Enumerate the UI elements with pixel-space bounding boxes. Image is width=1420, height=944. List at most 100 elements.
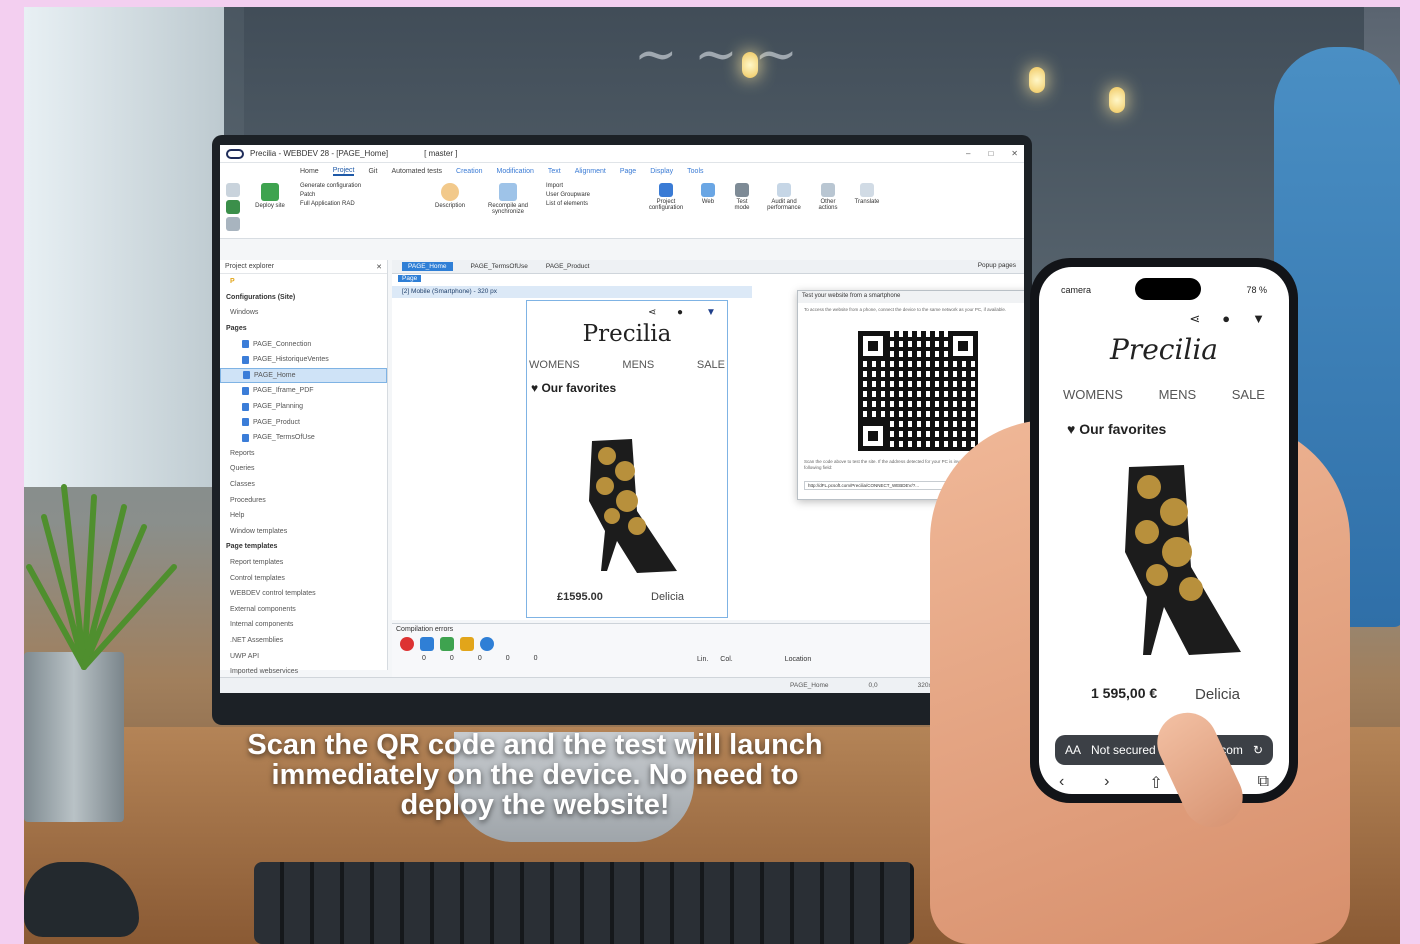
description-button[interactable]: Description: [430, 183, 470, 234]
warning-icon[interactable]: [460, 637, 474, 651]
explorer-pages-section[interactable]: Pages: [220, 321, 387, 337]
close-icon[interactable]: ✕: [1011, 149, 1018, 158]
maximize-icon[interactable]: □: [988, 149, 993, 158]
explorer-template-item[interactable]: Control templates: [220, 570, 387, 586]
menu-tab-creation[interactable]: Creation: [456, 168, 482, 175]
project-configuration-label: Project configuration: [648, 199, 684, 211]
menu-tab-display[interactable]: Display: [650, 168, 673, 175]
open-icon[interactable]: [226, 200, 240, 214]
explorer-section-item[interactable]: Classes: [220, 477, 387, 493]
menu-tab-page[interactable]: Page: [620, 168, 636, 175]
phone-nav-item[interactable]: MENS: [1159, 387, 1197, 402]
patch-button[interactable]: Patch: [300, 192, 420, 198]
explorer-template-item[interactable]: WEBDEV control templates: [220, 586, 387, 602]
configuration-icon: [659, 183, 673, 197]
menu-tab-automated-tests[interactable]: Automated tests: [391, 168, 442, 175]
menu-tab-modification[interactable]: Modification: [497, 168, 534, 175]
cart-icon[interactable]: ▼: [1252, 311, 1265, 327]
col-label: Col.: [720, 656, 733, 663]
explorer-windows[interactable]: Windows: [220, 305, 387, 321]
phone-nav-item[interactable]: WOMENS: [1063, 387, 1123, 402]
menu-tab-project[interactable]: Project: [332, 167, 355, 176]
forward-icon[interactable]: ›: [1104, 773, 1109, 793]
project-configuration-button[interactable]: Project configuration: [646, 183, 686, 234]
audit-icon: [777, 183, 791, 197]
product-image: [589, 439, 677, 573]
test-mode-button[interactable]: Test mode: [730, 183, 754, 234]
filter-icon[interactable]: [420, 637, 434, 651]
explorer-page-templates[interactable]: Page templates: [220, 539, 387, 555]
ribbon-quick-icons: [226, 183, 240, 234]
share-icon[interactable]: ⋖: [1189, 311, 1200, 327]
explorer-page-item[interactable]: PAGE_HistoriqueVentes: [220, 352, 387, 368]
menu-tab-git[interactable]: Git: [368, 168, 377, 175]
full-application-rad-button[interactable]: Full Application RAD: [300, 201, 420, 207]
user-icon[interactable]: ●: [1222, 311, 1230, 327]
explorer-template-item[interactable]: Report templates: [220, 555, 387, 571]
back-icon[interactable]: ‹: [1059, 773, 1064, 793]
test-mode-icon: [735, 183, 749, 197]
audit-button[interactable]: Audit and performance: [764, 183, 804, 234]
menu-tab-text[interactable]: Text: [548, 168, 561, 175]
editor-tab[interactable]: PAGE_Home: [402, 262, 453, 271]
close-icon[interactable]: ✕: [376, 263, 382, 271]
deploy-site-label: Deploy site: [255, 203, 285, 209]
explorer-template-item[interactable]: External components: [220, 601, 387, 617]
qr-code[interactable]: [858, 331, 978, 451]
error-icon[interactable]: [400, 637, 414, 651]
list-of-elements-button[interactable]: List of elements: [546, 201, 636, 207]
deploy-site-button[interactable]: Deploy site: [250, 183, 290, 234]
site-nav-item[interactable]: MENS: [622, 359, 654, 371]
tabs-icon[interactable]: ⧉: [1258, 773, 1269, 793]
generate-configuration-button[interactable]: Generate configuration: [300, 183, 420, 189]
share-icon[interactable]: ⋖: [648, 307, 659, 318]
menu-tab-home[interactable]: Home: [300, 168, 319, 175]
explorer-page-item[interactable]: PAGE_Planning: [220, 399, 387, 415]
explorer-template-item[interactable]: UWP API: [220, 648, 387, 664]
explorer-template-item[interactable]: Internal components: [220, 617, 387, 633]
filter-icon[interactable]: [440, 637, 454, 651]
explorer-template-list: Report templates Control templates WEBDEV …: [220, 555, 387, 680]
recompile-button[interactable]: Recompile and synchronize: [480, 183, 536, 234]
explorer-template-item[interactable]: .NET Assemblies: [220, 633, 387, 649]
web-button[interactable]: Web: [696, 183, 720, 234]
explorer-section-item[interactable]: Queries: [220, 461, 387, 477]
explorer-section-item[interactable]: Help: [220, 508, 387, 524]
caption: Scan the QR code and the test will launc…: [247, 729, 823, 821]
user-icon[interactable]: ●: [677, 307, 688, 318]
undo-icon[interactable]: [226, 217, 240, 231]
explorer-section-item[interactable]: Window templates: [220, 524, 387, 540]
minimize-icon[interactable]: –: [966, 149, 970, 158]
device-label: [2] Mobile (Smartphone) - 320 px: [392, 286, 752, 298]
phone-nav-item[interactable]: SALE: [1232, 387, 1265, 402]
popup-pages-button[interactable]: Popup pages: [978, 262, 1016, 269]
reload-icon[interactable]: ↻: [1253, 743, 1263, 757]
import-button[interactable]: Import: [546, 183, 636, 189]
editor-tab[interactable]: PAGE_Product: [546, 263, 590, 270]
text-size-button[interactable]: AA: [1065, 743, 1081, 757]
share-icon[interactable]: ⇧: [1149, 773, 1162, 793]
info-icon[interactable]: [480, 637, 494, 651]
cart-icon[interactable]: ▼: [706, 307, 717, 318]
translate-button[interactable]: Translate: [852, 183, 882, 234]
user-groupware-button[interactable]: User Groupware: [546, 192, 636, 198]
explorer-section-item[interactable]: Procedures: [220, 492, 387, 508]
plant-pot: [24, 652, 124, 822]
editor-tab[interactable]: PAGE_TermsOfUse: [471, 263, 528, 270]
site-nav-item[interactable]: WOMENS: [529, 359, 580, 371]
menu-tab-alignment[interactable]: Alignment: [575, 168, 606, 175]
explorer-page-item[interactable]: PAGE_Product: [220, 414, 387, 430]
explorer-configurations[interactable]: Configurations (Site): [220, 290, 387, 306]
site-nav-item[interactable]: SALE: [697, 359, 725, 371]
explorer-page-item[interactable]: PAGE_Connection: [220, 336, 387, 352]
chalk-doodle: ~ ~ ~: [634, 25, 798, 85]
other-actions-button[interactable]: Other actions: [814, 183, 842, 234]
explorer-page-item[interactable]: PAGE_Home: [220, 367, 387, 384]
lin-label: Lin.: [697, 656, 709, 663]
new-icon[interactable]: [226, 183, 240, 197]
product-price: £1595.00: [557, 591, 603, 603]
explorer-page-item[interactable]: PAGE_Iframe_PDF: [220, 383, 387, 399]
menu-tab-tools[interactable]: Tools: [687, 168, 703, 175]
explorer-section-item[interactable]: Reports: [220, 446, 387, 462]
explorer-page-item[interactable]: PAGE_TermsOfUse: [220, 430, 387, 446]
